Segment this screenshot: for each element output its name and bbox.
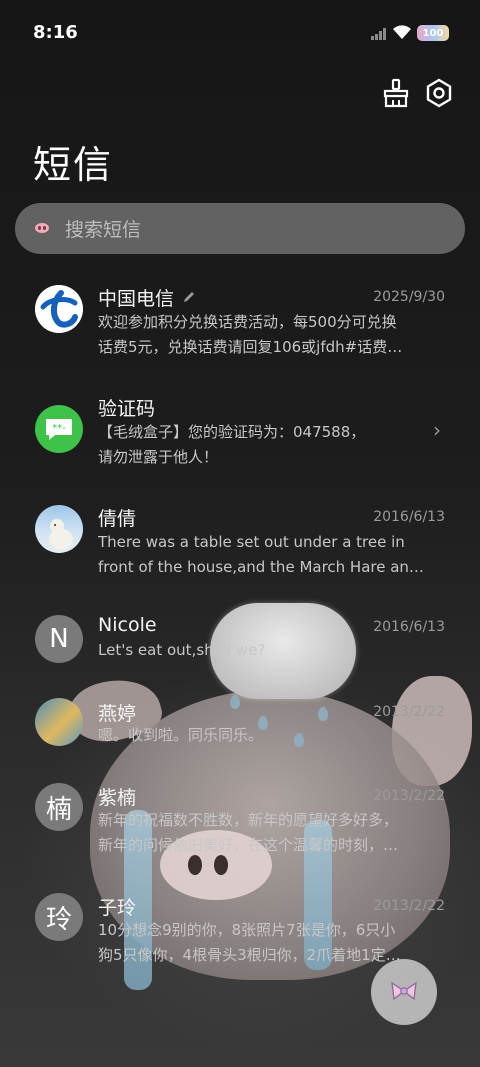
conversation-item[interactable]: 中国电信 2025/9/30 欢迎参加积分兑换话费活动，每500分可兑换 话费5… [0,280,480,388]
search-bar[interactable] [15,203,465,256]
contact-name: 紫楠 [98,787,137,809]
message-preview-line: 欢迎参加积分兑换话费活动，每500分可兑换 [98,313,397,331]
message-preview-line: 新年的祝福数不胜数，新年的愿望好多好多， [98,811,399,829]
status-bar: 8:16 100 [0,0,480,66]
settings-icon[interactable] [424,78,454,108]
conversation-item[interactable]: 倩倩 2016/6/13 There was a table set out u… [0,500,480,608]
message-bubble-icon: **- [46,419,72,440]
battery-icon: 100 [417,25,449,41]
search-input[interactable] [63,203,447,256]
conversation-item[interactable]: 楠 紫楠 2013/2/22 新年的祝福数不胜数，新年的愿望好多好多， 新年的问… [0,783,480,891]
pig-search-icon [35,223,49,233]
message-date: 2016/6/13 [373,619,445,635]
conversation-item[interactable]: **- 验证码 【毛绒盒子】您的验证码为：047588， 请勿泄露于他人！ › [0,390,480,498]
broom-icon[interactable] [381,78,411,108]
message-date: 2013/2/22 [373,788,445,804]
china-telecom-logo [35,285,83,333]
message-preview-line: 请勿泄露于他人！ [98,448,219,466]
wifi-icon [393,25,411,39]
contact-avatar: 楠 [35,783,83,831]
contact-name: 倩倩 [98,508,137,530]
contact-name: Nicole [98,614,157,636]
contact-name: 子玲 [98,897,137,919]
contact-name: 中国电信 [98,288,175,310]
page-title: 短信 [33,143,114,187]
polar-bear-image [49,519,73,549]
compose-button[interactable] [371,959,437,1025]
message-date: 2013/2/22 [373,704,445,720]
verification-code-avatar: **- [35,405,83,453]
chevron-right-icon[interactable]: › [433,418,441,442]
compose-bow-icon [391,981,417,1001]
message-date: 2025/9/30 [373,289,445,305]
contact-avatar: 玲 [35,893,83,941]
contact-avatar: N [35,615,83,663]
status-time: 8:16 [33,22,78,43]
message-preview-line: 话费5元，兑换话费请回复106或jfdh#话费… [98,338,403,356]
message-preview-line: 【毛绒盒子】您的验证码为：047588， [98,423,366,441]
contact-name: 燕婷 [98,703,137,725]
contact-avatar-photo [35,698,83,746]
message-preview-line: There was a table set out under a tree i… [98,533,405,551]
signal-icon [371,28,386,40]
message-preview-line: 嗯。收到啦。同乐同乐。 [98,726,264,744]
contact-name: 验证码 [98,398,156,420]
svg-text:**-: **- [52,423,66,434]
pencil-icon [184,292,194,302]
message-preview-line: 新年的问候依旧美好，在这个温馨的时刻，… [98,836,399,854]
message-preview-line: front of the house,and the March Hare an… [98,558,424,576]
message-preview-line: 10分想念9别的你，8张照片7张是你，6只小 [98,921,396,939]
message-date: 2016/6/13 [373,509,445,525]
message-preview-line: Let's eat out,shall we? [98,641,266,659]
message-date: 2013/2/22 [373,898,445,914]
polar-bear-avatar [35,505,83,553]
